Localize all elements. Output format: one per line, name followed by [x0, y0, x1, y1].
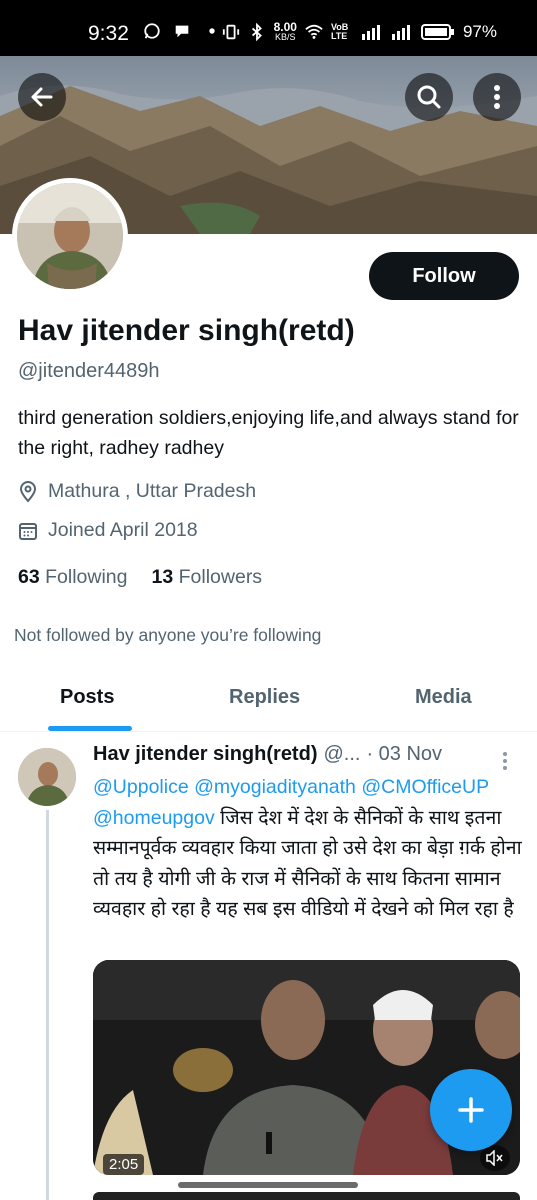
profile-location: Mathura , Uttar Pradesh — [48, 480, 257, 502]
profile-joined-row: Joined April 2018 — [18, 519, 198, 542]
more-button[interactable] — [473, 73, 521, 121]
net-speed: 8.00 — [273, 20, 297, 34]
net-unit: KB/S — [275, 32, 296, 42]
next-post-media-edge — [93, 1192, 520, 1200]
post-header: Hav jitender singh(retd) @... · 03 Nov — [93, 743, 442, 766]
tab-replies[interactable]: Replies — [229, 686, 300, 709]
post-date: · 03 Nov — [366, 743, 443, 765]
status-bar: 9:32 8.00 KB/S VoB LTE 97% — [0, 0, 537, 56]
post-avatar-photo — [18, 748, 76, 806]
followers-label: Followers — [178, 566, 263, 588]
following-label: Following — [45, 566, 128, 588]
post-author-avatar[interactable] — [18, 748, 76, 806]
whatsapp-icon — [144, 23, 160, 39]
dot-icon — [209, 28, 215, 34]
post-text: @Uppolice @myogiadityanath @CMOfficeUP @… — [93, 772, 523, 925]
back-button[interactable] — [18, 73, 66, 121]
followers-link[interactable]: 13 Followers — [152, 566, 263, 589]
gesture-navigation-bar[interactable] — [178, 1182, 358, 1188]
signal-icon-1 — [361, 25, 380, 40]
mention-link[interactable]: @Uppolice — [93, 776, 189, 798]
search-button[interactable] — [405, 73, 453, 121]
wifi-icon — [305, 24, 323, 39]
not-followed-notice: Not followed by anyone you’re following — [14, 625, 322, 645]
mention-link[interactable]: @homeupgov — [93, 807, 215, 829]
signal-icon-2 — [391, 25, 410, 40]
arrow-left-icon — [31, 87, 53, 107]
profile-handle: @jitender4489h — [18, 360, 160, 382]
mention-link[interactable]: @CMOfficeUP — [361, 776, 488, 798]
profile-bio: third generation soldiers,enjoying life,… — [18, 407, 519, 459]
tab-media[interactable]: Media — [415, 686, 472, 709]
avatar-photo — [17, 183, 123, 289]
post-author-name[interactable]: Hav jitender singh(retd) — [93, 743, 317, 766]
search-icon — [417, 85, 441, 109]
more-vertical-icon — [494, 85, 500, 109]
compose-post-button[interactable] — [430, 1069, 512, 1151]
speaker-mute-icon — [486, 1150, 503, 1166]
followers-count: 13 — [151, 566, 174, 588]
chat-icon — [175, 25, 189, 38]
following-count: 63 — [18, 566, 40, 588]
status-time: 9:32 — [88, 22, 129, 45]
volte-label: VoB LTE — [330, 22, 349, 41]
follow-button[interactable]: Follow — [369, 252, 519, 300]
mute-button[interactable] — [480, 1145, 510, 1171]
bluetooth-icon — [251, 23, 262, 41]
battery-percent: 97% — [462, 22, 497, 41]
location-pin-icon — [19, 480, 37, 503]
calendar-icon — [19, 522, 37, 540]
more-vertical-icon — [503, 752, 507, 770]
following-link[interactable]: 63 Following — [18, 566, 128, 589]
profile-stats: 63 Following 13 Followers — [18, 566, 262, 589]
post-author-handle[interactable]: @... — [323, 743, 360, 766]
profile-tabs: Posts Replies Media — [0, 668, 537, 732]
mention-link[interactable]: @myogiadityanath — [194, 776, 356, 798]
plus-icon — [458, 1097, 484, 1123]
active-tab-indicator — [48, 726, 132, 731]
video-duration: 2:05 — [103, 1154, 145, 1175]
tab-posts[interactable]: Posts — [60, 686, 114, 709]
profile-location-row: Mathura , Uttar Pradesh — [18, 480, 256, 503]
profile-display-name: Hav jitender singh(retd) — [18, 314, 355, 347]
battery-icon — [420, 24, 454, 40]
thread-line — [46, 810, 49, 1200]
vibrate-icon — [222, 24, 239, 40]
profile-avatar[interactable] — [12, 178, 128, 294]
profile-joined: Joined April 2018 — [48, 519, 198, 541]
